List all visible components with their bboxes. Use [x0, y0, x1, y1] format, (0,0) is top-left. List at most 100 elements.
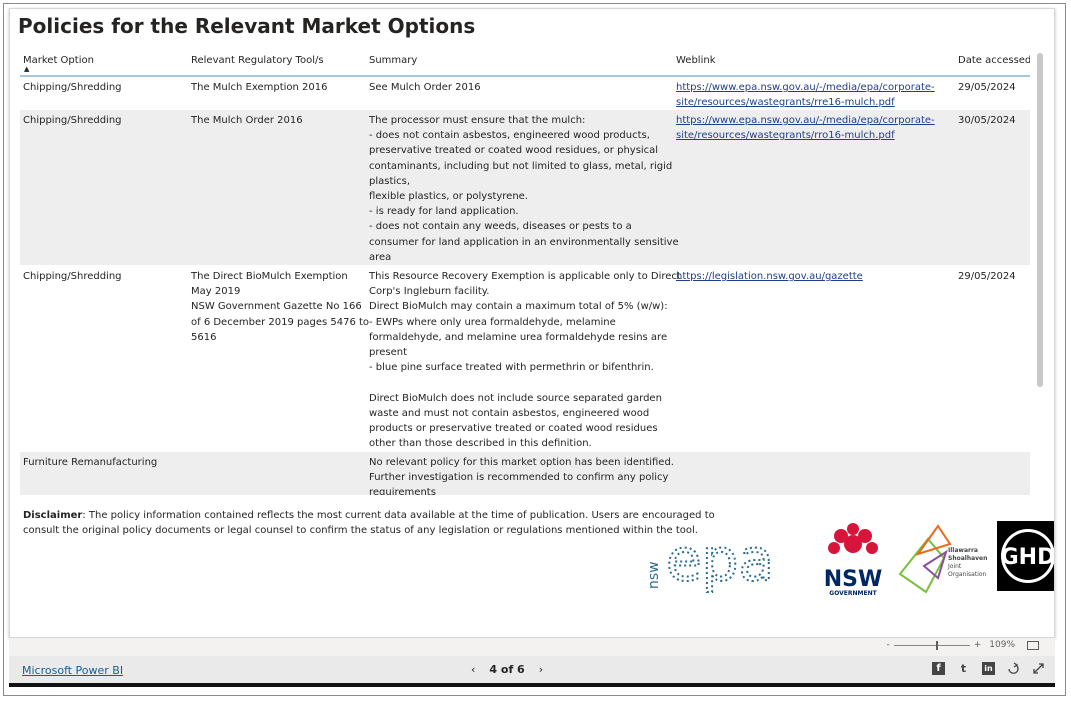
cell-weblink-line[interactable]: https://www.epa.nsw.gov.au/-/media/epa/c…	[676, 80, 952, 95]
expand-icon[interactable]	[1032, 662, 1045, 675]
cell-weblink-line[interactable]: https://legislation.nsw.gov.au/gazette	[676, 269, 952, 284]
column-header-regulatory-tool[interactable]: Relevant Regulatory Tool/s	[191, 55, 324, 66]
illawarra-text-1: Illawarra	[948, 547, 978, 554]
cell-summary-line: - EWPs where only urea formaldehyde, mel…	[369, 316, 616, 328]
cell-summary-line: flexible plastics, or polystyrene.	[369, 191, 528, 203]
cell-summary-line: other than those described in this defin…	[369, 438, 592, 450]
table-body: Chipping/Shredding The Mulch Exemption 20…	[20, 77, 1030, 495]
previous-page-button[interactable]: ‹	[471, 663, 475, 676]
cell-summary-line: No relevant policy for this market optio…	[369, 457, 674, 468]
next-page-button[interactable]: ›	[539, 663, 543, 676]
power-bi-footer: Microsoft Power BI ‹ 4 of 6 › f t in	[9, 656, 1055, 683]
nsw-government-text: GOVERNMENT	[829, 590, 877, 597]
table-header: Market Option ▲ Relevant Regulatory Tool…	[20, 53, 1030, 77]
sort-ascending-icon: ▲	[24, 65, 30, 73]
cell-summary-line: - does not contain asbestos, engineered …	[369, 130, 650, 142]
cell-summary-line: - blue pine surface treated with permeth…	[369, 362, 654, 374]
cell-regulatory-tool-line: The Mulch Order 2016	[191, 115, 303, 126]
illawarra-text-2: Shoalhaven	[948, 555, 987, 562]
zoom-in-button[interactable]: +	[974, 640, 982, 650]
cell-date-accessed: 29/05/2024	[958, 82, 1016, 93]
share-toolbar: f t in	[932, 662, 1045, 675]
cell-regulatory-tool-line: 5616	[191, 331, 217, 343]
power-bi-link[interactable]: Microsoft Power BI	[22, 664, 123, 677]
policy-table: Market Option ▲ Relevant Regulatory Tool…	[20, 53, 1030, 495]
cell-weblink-line[interactable]: site/resources/wastegrants/rro16-mulch.p…	[676, 128, 952, 143]
report-page: Policies for the Relevant Market Options…	[9, 8, 1055, 638]
cell-regulatory-tool: The Mulch Order 2016	[191, 113, 363, 128]
nsw-epa-logo: nsw epa	[646, 525, 775, 595]
illawarra-text-3: Joint	[947, 563, 962, 570]
cell-regulatory-tool-line: May 2019	[191, 286, 241, 298]
cell-summary-line: formaldehyde, and melamine urea formalde…	[369, 331, 668, 343]
disclaimer-text: : The policy information contained refle…	[23, 510, 715, 536]
epa-word: epa	[666, 526, 774, 594]
column-header-market-option[interactable]: Market Option	[23, 55, 94, 66]
cell-summary-line: Direct BioMulch may contain a maximum to…	[369, 301, 668, 313]
cell-market-option: Chipping/Shredding	[23, 271, 122, 282]
share-icon[interactable]	[1007, 662, 1020, 675]
cell-weblink-line[interactable]: site/resources/wastegrants/rre16-mulch.p…	[676, 95, 952, 110]
table-row: Furniture Remanufacturing No relevant pol…	[20, 452, 1030, 495]
bottom-edge	[9, 683, 1055, 687]
cell-summary-line: Corp's Ingleburn facility.	[369, 286, 490, 298]
page-title: Policies for the Relevant Market Options	[18, 14, 476, 38]
ghd-logo: GHD	[997, 521, 1054, 591]
cell-date-accessed: 30/05/2024	[958, 115, 1016, 126]
ghd-wordmark: GHD	[1001, 545, 1054, 570]
cell-regulatory-tool-line: The Mulch Exemption 2016	[191, 82, 328, 93]
cell-summary-line: - does not contain any weeds, diseases o…	[369, 221, 632, 233]
page-navigator: ‹ 4 of 6 ›	[471, 663, 543, 676]
cell-summary-line: preservative treated or coated wood resi…	[369, 145, 659, 157]
column-header-weblink[interactable]: Weblink	[676, 55, 716, 66]
table-scrollbar[interactable]	[1037, 53, 1043, 387]
cell-regulatory-tool: The Mulch Exemption 2016	[191, 80, 363, 95]
column-header-summary[interactable]: Summary	[369, 55, 417, 66]
cell-weblink[interactable]: https://www.epa.nsw.gov.au/-/media/epa/c…	[676, 113, 952, 143]
cell-regulatory-tool-line: The Direct BioMulch Exemption	[191, 271, 348, 282]
cell-summary-line: See Mulch Order 2016	[369, 82, 481, 93]
cell-summary-line: consumer for land application in an envi…	[369, 236, 679, 248]
zoom-level: 109%	[989, 640, 1015, 650]
page-indicator: 4 of 6	[489, 663, 525, 676]
cell-summary-line: plastics,	[369, 175, 411, 187]
nsw-wordmark: NSW	[824, 567, 883, 592]
cell-summary-line: area	[369, 251, 392, 263]
cell-summary: See Mulch Order 2016	[369, 80, 669, 95]
column-header-date-accessed[interactable]: Date accessed	[958, 55, 1030, 66]
linkedin-icon[interactable]: in	[982, 662, 995, 675]
cell-summary-line: The processor must ensure that the mulch…	[369, 115, 586, 126]
cell-summary-line: - is ready for land application.	[369, 206, 519, 218]
cell-weblink[interactable]: https://legislation.nsw.gov.au/gazette	[676, 269, 952, 284]
zoom-out-button[interactable]: -	[886, 640, 889, 650]
cell-date-accessed: 29/05/2024	[958, 271, 1016, 282]
cell-market-option: Furniture Remanufacturing	[23, 457, 158, 468]
table-row: Chipping/Shredding The Mulch Exemption 20…	[20, 77, 1030, 110]
cell-summary: No relevant policy for this market optio…	[369, 455, 674, 495]
cell-summary-line	[369, 375, 669, 390]
facebook-icon[interactable]: f	[932, 662, 945, 675]
cell-summary: This Resource Recovery Exemption is appl…	[369, 269, 681, 451]
cell-regulatory-tool-line: of 6 December 2019 pages 5476 to	[191, 316, 370, 328]
cell-regulatory-tool-line: NSW Government Gazette No 166	[191, 301, 362, 313]
cell-weblink-line[interactable]: https://www.epa.nsw.gov.au/-/media/epa/c…	[676, 113, 952, 128]
twitter-icon[interactable]: t	[957, 662, 970, 675]
epa-prefix: nsw	[646, 561, 662, 589]
cell-summary-line: This Resource Recovery Exemption is appl…	[369, 271, 681, 282]
cell-weblink[interactable]: https://www.epa.nsw.gov.au/-/media/epa/c…	[676, 80, 952, 110]
table-row: Chipping/Shredding The Direct BioMulch Ex…	[20, 266, 1030, 452]
table-row: Chipping/Shredding The Mulch Order 2016 Th…	[20, 110, 1030, 266]
illawarra-shoalhaven-logo: Illawarra Shoalhaven Joint Organisation	[898, 524, 987, 594]
partner-logos: nsw epa NSW GOVERNMENT Illawarra Shoalha…	[646, 521, 1054, 597]
fit-to-page-icon[interactable]	[1027, 640, 1039, 650]
zoom-control: - + 109%	[886, 640, 1039, 650]
zoom-slider[interactable]	[893, 640, 970, 650]
disclaimer-label: Disclaimer	[23, 510, 83, 521]
cell-summary-line: Direct BioMulch does not include source …	[369, 392, 662, 404]
cell-market-option: Chipping/Shredding	[23, 115, 122, 126]
zoom-bar: - + 109%	[9, 638, 1055, 656]
zoom-slider-thumb[interactable]	[935, 640, 938, 650]
cell-summary-line: requirements	[369, 487, 436, 495]
cell-summary-line: Further investigation is recommended to …	[369, 472, 669, 484]
cell-summary-line: contaminants, including but not limited …	[369, 160, 673, 172]
